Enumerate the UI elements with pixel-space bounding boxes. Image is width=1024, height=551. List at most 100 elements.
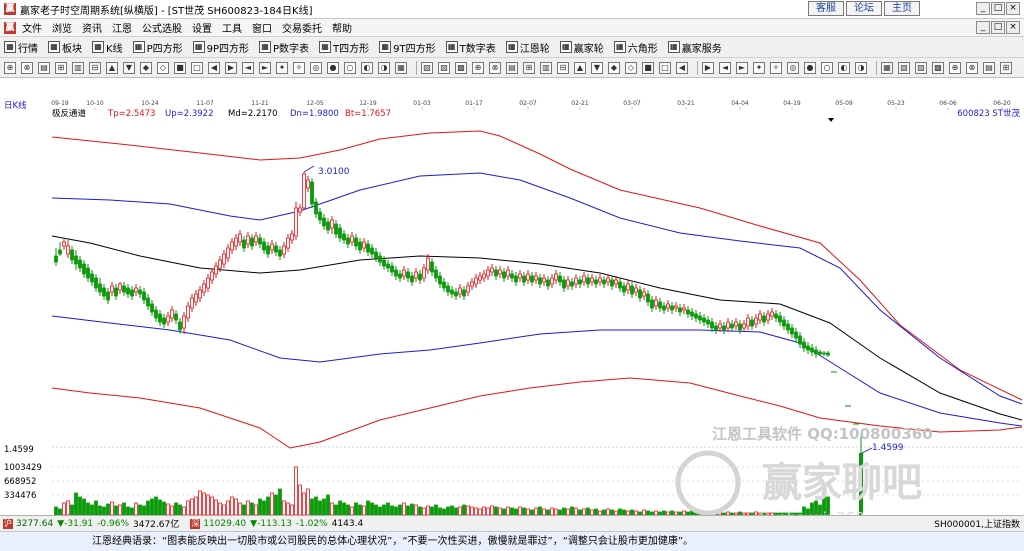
chart-area[interactable]: 09-19 10-10 10-24 11-07 11-21 12-05 12-19 01-03… <box>0 78 1024 527</box>
toolbar-item[interactable]: ▦ 赢家服务 <box>667 40 722 55</box>
draw-tool-icon[interactable]: ◇ <box>157 61 169 74</box>
draw-tool-icon[interactable]: ▨ <box>438 61 450 74</box>
volume-bar <box>142 505 146 516</box>
draw-tool-icon[interactable]: ◀ <box>208 61 220 74</box>
draw-tool-icon[interactable]: ◄ <box>242 61 254 74</box>
toolbar-item[interactable]: ▦ P四方形 <box>132 40 183 55</box>
draw-tool-icon[interactable]: ✦ <box>276 61 288 74</box>
draw-tool-icon[interactable]: ⊕ <box>472 61 484 74</box>
menu-formula[interactable]: 公式选股 <box>142 20 182 35</box>
menu-file[interactable]: 文件 <box>22 20 42 35</box>
draw-tool-icon[interactable]: ✧ <box>293 61 305 74</box>
kline-chart[interactable]: 09-19 10-10 10-24 11-07 11-21 12-05 12-19 01-03… <box>0 78 1024 527</box>
draw-tool-icon[interactable]: ○ <box>344 61 356 74</box>
menu-help[interactable]: 帮助 <box>332 20 352 35</box>
draw-tool-icon[interactable]: ▧ <box>898 61 910 74</box>
draw-tool-icon[interactable]: ▼ <box>123 61 135 74</box>
draw-tool-icon[interactable]: ◑ <box>855 61 867 74</box>
maximize-button[interactable]: □ <box>991 2 1005 15</box>
draw-tool-icon[interactable]: ▩ <box>932 61 944 74</box>
draw-tool-icon[interactable]: ▼ <box>591 61 603 74</box>
draw-tool-icon[interactable]: ▲ <box>574 61 586 74</box>
draw-tool-icon[interactable]: ▶ <box>702 61 714 74</box>
toolbar-item[interactable]: ▦ K线 <box>92 40 123 55</box>
toolbar-item[interactable]: ▦ 行情 <box>4 40 38 55</box>
draw-tool-icon[interactable]: ► <box>259 61 271 74</box>
draw-tool-icon[interactable]: ⊕ <box>949 61 961 74</box>
draw-tool-icon[interactable]: ⊗ <box>966 61 978 74</box>
draw-tool-icon[interactable]: ▨ <box>915 61 927 74</box>
draw-tool-icon[interactable]: ⊞ <box>1000 61 1012 74</box>
toolbar-item[interactable]: ▦ 9P四方形 <box>192 40 249 55</box>
toolbar-item[interactable]: ▦ 六角形 <box>613 40 658 55</box>
draw-tool-icon[interactable]: ▦ <box>881 61 893 74</box>
draw-tool-icon[interactable]: ⊗ <box>21 61 33 74</box>
draw-tool-icon[interactable]: ▤ <box>506 61 518 74</box>
close-button[interactable]: × <box>1006 2 1020 15</box>
menu-settings[interactable]: 设置 <box>192 20 212 35</box>
draw-tool-icon[interactable]: ▦ <box>395 61 407 74</box>
candle <box>754 317 758 325</box>
draw-tool-icon[interactable]: ◀ <box>676 61 688 74</box>
draw-tool-icon[interactable]: ◆ <box>608 61 620 74</box>
draw-tool-icon[interactable]: □ <box>659 61 671 74</box>
toolbar-item[interactable]: ▦ T数字表 <box>445 40 496 55</box>
draw-tool-icon[interactable]: ○ <box>821 61 833 74</box>
current-index[interactable]: SH000001,上证指数 <box>934 517 1020 530</box>
draw-tool-icon[interactable]: ► <box>736 61 748 74</box>
draw-tool-icon[interactable]: ✦ <box>753 61 765 74</box>
draw-tool-icon[interactable]: ▤ <box>983 61 995 74</box>
draw-tool-icon[interactable]: ▲ <box>106 61 118 74</box>
volume-bar <box>126 506 130 516</box>
draw-tool-icon[interactable]: ◄ <box>719 61 731 74</box>
draw-tool-icon[interactable]: ▩ <box>455 61 467 74</box>
toolbar-item[interactable]: ▦ 板块 <box>48 40 82 55</box>
draw-tool-icon[interactable]: ▧ <box>421 61 433 74</box>
draw-tool-icon[interactable]: ◆ <box>140 61 152 74</box>
draw-tool-icon[interactable]: ✧ <box>770 61 782 74</box>
draw-tool-icon[interactable]: ◎ <box>787 61 799 74</box>
draw-tool-icon[interactable]: ⊞ <box>523 61 535 74</box>
toolbar-item[interactable]: ▦ 江恩轮 <box>505 40 550 55</box>
draw-tool-icon[interactable]: ▶ <box>225 61 237 74</box>
toolbar-item[interactable]: ▦ P数字表 <box>259 40 309 55</box>
draw-tool-icon[interactable]: ▤ <box>38 61 50 74</box>
link-home[interactable]: 主页 <box>884 1 920 16</box>
draw-tool-icon[interactable]: ⊟ <box>89 61 101 74</box>
draw-tool-icon[interactable]: ▥ <box>72 61 84 74</box>
toolbar-item[interactable]: ▦ 赢家轮 <box>559 40 604 55</box>
volume-bar <box>454 507 458 516</box>
volume-bar <box>390 505 394 516</box>
candle <box>330 219 334 229</box>
menu-gann[interactable]: 江恩 <box>112 20 132 35</box>
draw-tool-icon[interactable]: ■ <box>174 61 186 74</box>
candle <box>786 323 790 331</box>
draw-tool-icon[interactable]: ⊞ <box>55 61 67 74</box>
link-service[interactable]: 客服 <box>808 1 844 16</box>
menu-browse[interactable]: 浏览 <box>52 20 72 35</box>
toolbar-item[interactable]: ▦ 9T四方形 <box>379 40 436 55</box>
draw-tool-icon[interactable]: ● <box>327 61 339 74</box>
doc-close-button[interactable]: × <box>1006 21 1020 34</box>
menu-info[interactable]: 资讯 <box>82 20 102 35</box>
doc-restore-button[interactable]: □ <box>991 21 1005 34</box>
draw-tool-icon[interactable]: ⊕ <box>4 61 16 74</box>
draw-tool-icon[interactable]: ■ <box>642 61 654 74</box>
draw-tool-icon[interactable]: ▥ <box>540 61 552 74</box>
draw-tool-icon[interactable]: ● <box>804 61 816 74</box>
minimize-button[interactable]: _ <box>976 2 990 15</box>
menu-window[interactable]: 窗口 <box>252 20 272 35</box>
draw-tool-icon[interactable]: ◐ <box>361 61 373 74</box>
draw-tool-icon[interactable]: □ <box>191 61 203 74</box>
menu-tools[interactable]: 工具 <box>222 20 242 35</box>
link-forum[interactable]: 论坛 <box>846 1 882 16</box>
draw-tool-icon[interactable]: ◎ <box>310 61 322 74</box>
draw-tool-icon[interactable]: ⊟ <box>557 61 569 74</box>
menu-trade[interactable]: 交易委托 <box>282 20 322 35</box>
toolbar-item[interactable]: ▦ T四方形 <box>319 40 369 55</box>
draw-tool-icon[interactable]: ⊗ <box>489 61 501 74</box>
draw-tool-icon[interactable]: ◇ <box>625 61 637 74</box>
draw-tool-icon[interactable]: ◑ <box>378 61 390 74</box>
doc-minimize-button[interactable]: _ <box>976 21 990 34</box>
draw-tool-icon[interactable]: ◐ <box>838 61 850 74</box>
